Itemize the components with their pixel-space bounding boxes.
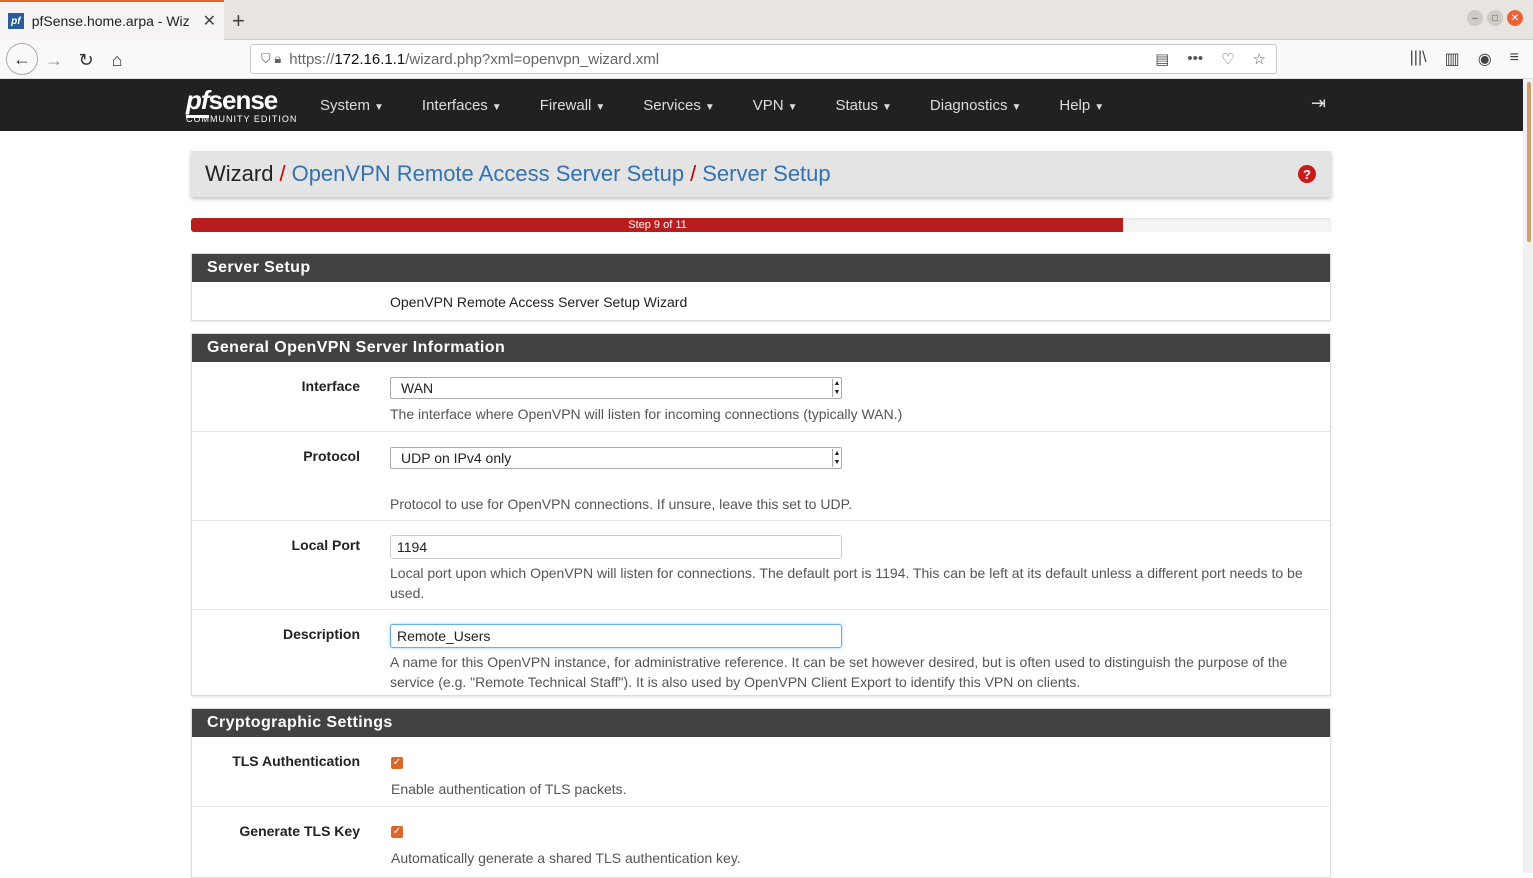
- caret-down-icon: ▼: [1094, 101, 1105, 113]
- breadcrumb-separator: /: [279, 161, 286, 186]
- progress-label: Step 9 of 11: [628, 219, 687, 231]
- field-label: Local Port: [291, 537, 360, 553]
- browser-tab[interactable]: pf pfSense.home.arpa - Wiz ✕: [0, 0, 224, 40]
- caret-down-icon: ▼: [882, 101, 892, 113]
- caret-down-icon: ▼: [595, 101, 606, 113]
- interface-select[interactable]: WAN ▲ ▼: [390, 377, 842, 399]
- gen-tls-key-row: Generate TLS Key ✓ Automatically generat…: [192, 806, 1330, 876]
- account-icon[interactable]: ◉: [1478, 49, 1492, 69]
- logo-sub: COMMUNITY EDITION: [186, 114, 298, 124]
- menu-services[interactable]: Services ▼: [643, 97, 714, 114]
- field-label: Description: [282, 626, 360, 642]
- url-path: /wizard.php?xml=openvpn_wizard.xml: [405, 50, 660, 68]
- caret-down-icon: ▼: [1011, 101, 1022, 113]
- forward-arrow-icon[interactable]: →: [40, 46, 68, 74]
- tls-auth-checkbox[interactable]: ✓: [391, 757, 403, 769]
- menu-firewall[interactable]: Firewall ▼: [540, 97, 606, 114]
- field-label: Interface: [301, 378, 360, 394]
- reload-icon[interactable]: ↻: [72, 46, 100, 74]
- library-icon[interactable]: |||\: [1410, 49, 1427, 69]
- panel-title: Server Setup: [192, 254, 1330, 282]
- description-help: A name for this OpenVPN instance, for ad…: [390, 654, 1288, 690]
- menu-status[interactable]: Status ▼: [835, 97, 891, 114]
- logo-text: sense: [208, 85, 279, 115]
- hamburger-menu-icon[interactable]: ≡: [1510, 49, 1519, 69]
- caret-down-icon: ▼: [491, 101, 502, 113]
- sidebar-icon[interactable]: ▥: [1445, 49, 1460, 69]
- general-openvpn-panel: General OpenVPN Server Information Inter…: [191, 333, 1331, 696]
- new-tab-icon[interactable]: +: [232, 8, 245, 34]
- menu-diagnostics[interactable]: Diagnostics ▼: [930, 97, 1021, 114]
- pocket-icon[interactable]: ♡: [1221, 50, 1234, 68]
- logout-icon[interactable]: ⇥: [1311, 93, 1326, 114]
- tls-auth-row: TLS Authentication ✓ Enable authenticati…: [192, 737, 1330, 806]
- url-prefix: https://: [289, 50, 335, 68]
- pfsense-favicon-icon: pf: [8, 13, 24, 29]
- scrollbar-thumb[interactable]: [1527, 82, 1531, 242]
- local-port-input[interactable]: 1194: [390, 535, 842, 559]
- select-arrows-icon: ▲ ▼: [832, 379, 841, 397]
- tls-auth-help: Enable authentication of TLS packets.: [391, 781, 627, 797]
- shield-lock-icon[interactable]: ⛉ 🔒︎: [261, 51, 281, 67]
- breadcrumb-separator: /: [690, 161, 697, 186]
- more-actions-icon[interactable]: •••: [1187, 50, 1203, 68]
- protocol-select[interactable]: UDP on IPv4 only ▲ ▼: [390, 447, 842, 469]
- breadcrumb-link-wizard[interactable]: OpenVPN Remote Access Server Setup: [292, 161, 685, 187]
- caret-down-icon: ▼: [787, 101, 798, 113]
- caret-down-icon: ▼: [704, 101, 715, 113]
- protocol-row: Protocol UDP on IPv4 only ▲ ▼ Protocol to …: [192, 431, 1330, 520]
- home-icon[interactable]: ⌂: [103, 46, 131, 74]
- browser-nav-bar: ← → ↻ ⌂ ⛉ 🔒︎ https://172.16.1.1/wizard.p…: [0, 40, 1533, 79]
- field-label: Generate TLS Key: [239, 823, 360, 839]
- breadcrumb-root: Wizard: [205, 161, 274, 186]
- window-controls: – □ ✕: [1467, 10, 1523, 26]
- tab-title: pfSense.home.arpa - Wiz: [31, 13, 190, 29]
- main-menu: System ▼ Interfaces ▼ Firewall ▼ Services ▼ …: [320, 79, 1142, 131]
- caret-down-icon: ▼: [374, 101, 384, 113]
- minimize-icon[interactable]: –: [1467, 10, 1483, 26]
- field-label: Protocol: [303, 448, 360, 464]
- breadcrumb-link-step[interactable]: Server Setup: [702, 161, 830, 187]
- gen-tls-key-help: Automatically generate a shared TLS auth…: [391, 850, 741, 866]
- breadcrumb: Wizard / OpenVPN Remote Access Server Se…: [191, 151, 1331, 197]
- select-arrows-icon: ▲ ▼: [832, 449, 841, 467]
- interface-help: The interface where OpenVPN will listen …: [390, 406, 903, 422]
- wizard-progress-bar: Step 9 of 11: [191, 218, 1331, 232]
- pfsense-logo[interactable]: pfsense COMMUNITY EDITION: [186, 85, 297, 124]
- menu-vpn[interactable]: VPN ▼: [753, 97, 798, 114]
- local-port-row: Local Port 1194 Local port upon which Op…: [192, 520, 1330, 609]
- protocol-value: UDP on IPv4 only: [401, 450, 512, 466]
- browser-tab-bar: pf pfSense.home.arpa - Wiz ✕ + – □ ✕: [0, 0, 1533, 40]
- maximize-icon[interactable]: □: [1487, 10, 1503, 26]
- menu-help[interactable]: Help ▼: [1059, 97, 1104, 114]
- description-input[interactable]: Remote_Users: [390, 624, 842, 648]
- menu-interfaces[interactable]: Interfaces ▼: [422, 97, 502, 114]
- pfsense-navbar: pfsense COMMUNITY EDITION System ▼ Interf…: [0, 79, 1523, 131]
- url-text: https://172.16.1.1/wizard.php?xml=openvp…: [289, 51, 659, 68]
- bookmark-star-icon[interactable]: ☆: [1253, 50, 1266, 68]
- description-row: Description Remote_Users A name for this…: [192, 609, 1330, 697]
- close-window-icon[interactable]: ✕: [1507, 10, 1523, 26]
- gen-tls-key-checkbox[interactable]: ✓: [391, 826, 403, 838]
- url-host: 172.16.1.1: [334, 50, 406, 68]
- help-icon[interactable]: ?: [1298, 165, 1316, 183]
- panel-title: Cryptographic Settings: [192, 709, 1330, 737]
- back-arrow-icon[interactable]: ←: [6, 43, 38, 75]
- interface-value: WAN: [401, 380, 434, 396]
- wizard-description: OpenVPN Remote Access Server Setup Wizar…: [390, 294, 688, 310]
- protocol-help: Protocol to use for OpenVPN connections.…: [390, 496, 852, 512]
- reader-view-icon[interactable]: ▤: [1155, 50, 1169, 68]
- cryptographic-settings-panel: Cryptographic Settings TLS Authenticatio…: [191, 708, 1331, 878]
- menu-system[interactable]: System ▼: [320, 97, 384, 114]
- url-bar[interactable]: ⛉ 🔒︎ https://172.16.1.1/wizard.php?xml=o…: [250, 44, 1277, 74]
- server-setup-panel: Server Setup OpenVPN Remote Access Serve…: [191, 253, 1331, 321]
- field-label: TLS Authentication: [232, 753, 360, 769]
- panel-title: General OpenVPN Server Information: [192, 334, 1330, 362]
- interface-row: Interface WAN ▲ ▼ The interface where Open…: [192, 362, 1330, 431]
- close-tab-icon[interactable]: ✕: [203, 11, 216, 31]
- local-port-help: Local port upon which OpenVPN will liste…: [390, 565, 1303, 601]
